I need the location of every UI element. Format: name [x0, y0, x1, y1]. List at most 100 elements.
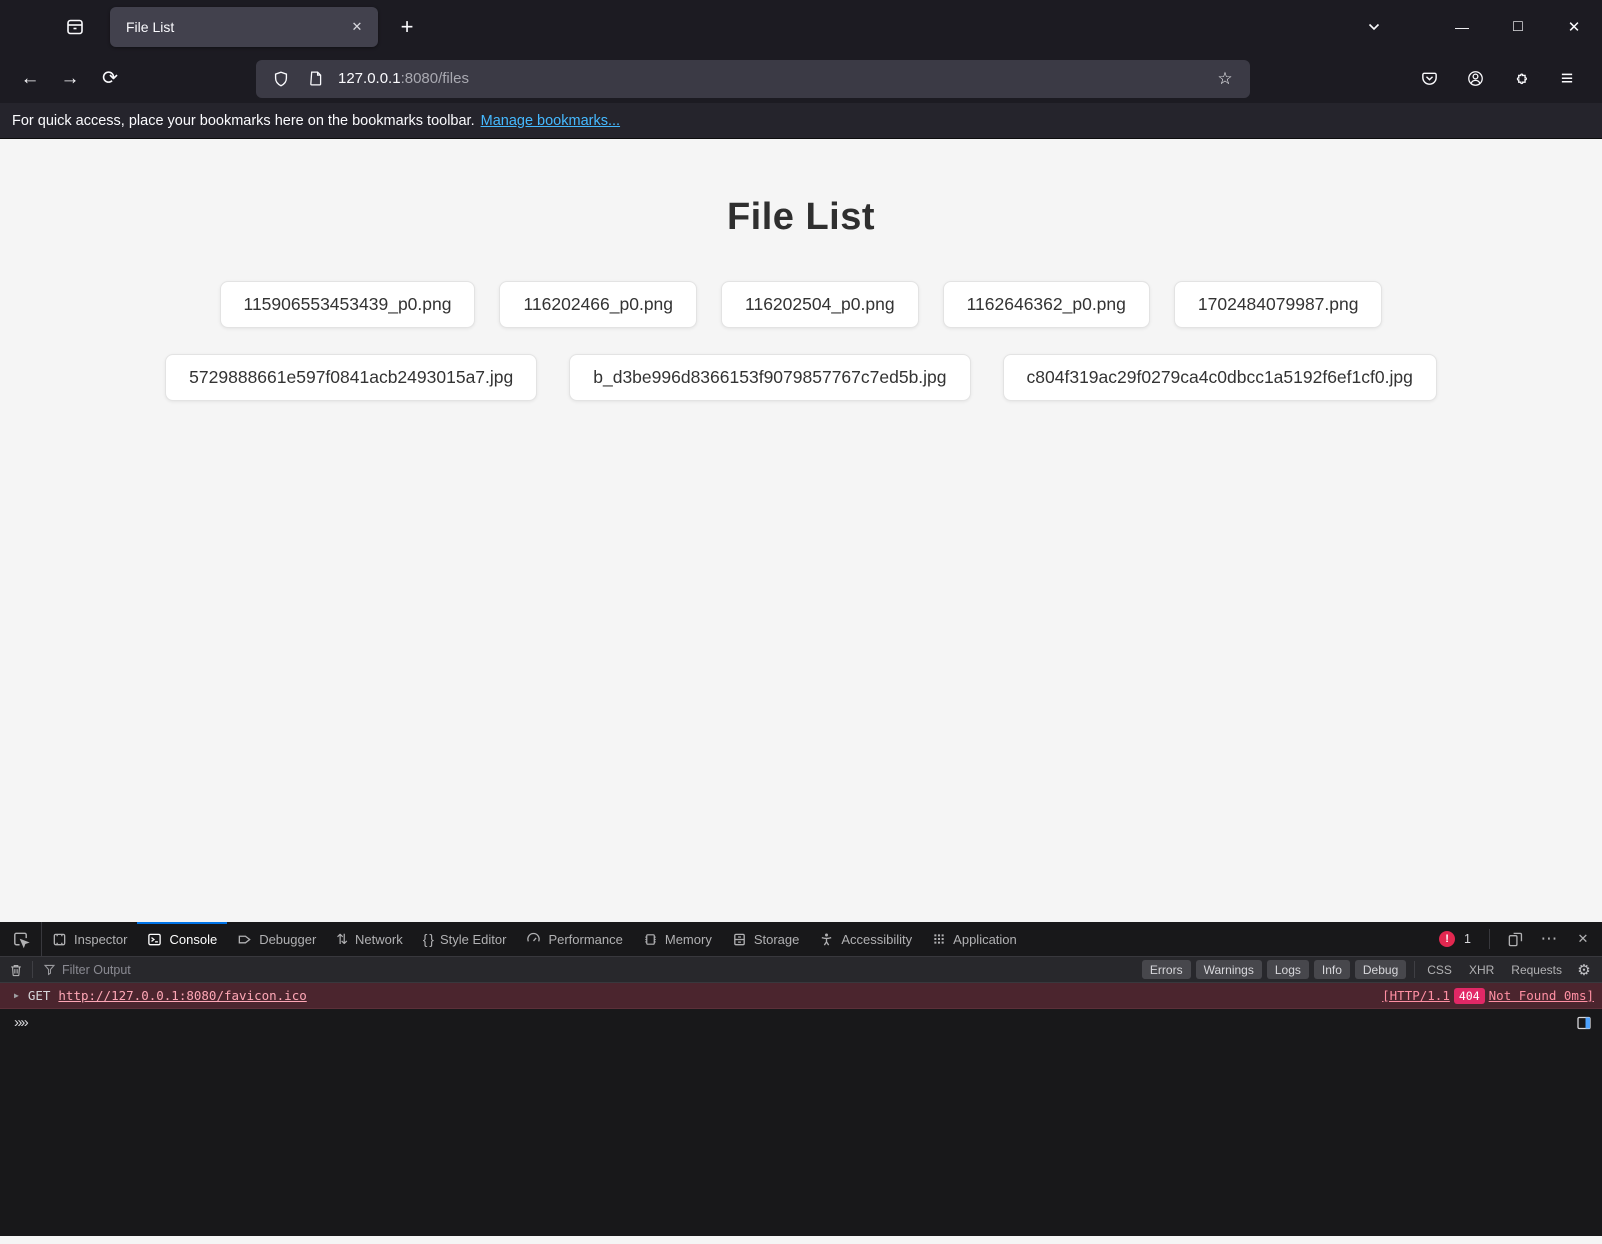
tab-accessibility[interactable]: Accessibility: [809, 922, 922, 956]
file-button[interactable]: c804f319ac29f0279ca4c0dbcc1a5192f6ef1cf0…: [1003, 354, 1437, 401]
log-url-link[interactable]: http://127.0.0.1:8080/favicon.ico: [58, 988, 306, 1003]
navigation-bar: ← → ⟳ 127.0.0.1:8080/files ☆: [0, 54, 1602, 103]
tab-performance[interactable]: Performance: [516, 922, 632, 956]
file-button[interactable]: 116202466_p0.png: [499, 281, 697, 328]
list-all-tabs-button[interactable]: [1354, 10, 1394, 44]
pick-element-button[interactable]: [0, 922, 42, 956]
url-text[interactable]: 127.0.0.1:8080/files: [338, 70, 1206, 87]
bottom-edge: [0, 1236, 1602, 1244]
tab-storage[interactable]: Storage: [722, 922, 810, 956]
storage-icon: [732, 932, 747, 947]
devtools-menu-button[interactable]: ⋯: [1534, 925, 1564, 953]
status-code-badge: 404: [1454, 988, 1485, 1004]
new-tab-button[interactable]: +: [390, 10, 424, 44]
file-button[interactable]: b_d3be996d8366153f9079857767c7ed5b.jpg: [569, 354, 970, 401]
tab-console[interactable]: Console: [137, 922, 227, 956]
clear-console-button[interactable]: [0, 963, 32, 977]
bookmarks-toolbar-message: For quick access, place your bookmarks h…: [0, 103, 1602, 138]
toolbar-right: ≡: [1410, 60, 1592, 98]
tab-style-editor[interactable]: { } Style Editor: [413, 922, 517, 956]
url-host: 127.0.0.1: [338, 70, 401, 87]
filter-css-button[interactable]: CSS: [1427, 963, 1452, 977]
expand-arrow-icon[interactable]: ▶: [14, 991, 19, 1000]
network-icon: ⇅: [336, 931, 348, 948]
console-prompt-icon: »»: [14, 1014, 27, 1031]
tab-inspector[interactable]: Inspector: [42, 922, 137, 956]
tab-memory[interactable]: Memory: [633, 922, 722, 956]
tab-label: Application: [953, 932, 1017, 947]
trash-icon: [9, 963, 23, 977]
extensions-button[interactable]: [1502, 60, 1540, 98]
manage-bookmarks-link[interactable]: Manage bookmarks...: [481, 113, 620, 129]
tab-label: Inspector: [74, 932, 127, 947]
log-status-prefix: [HTTP/1.1: [1382, 988, 1450, 1003]
window-controls: — □ ✕: [1434, 0, 1602, 54]
menu-button[interactable]: ≡: [1548, 60, 1586, 98]
error-badge-icon[interactable]: !: [1439, 931, 1455, 947]
style-editor-icon: { }: [423, 931, 433, 947]
tab-network[interactable]: ⇅ Network: [326, 922, 412, 956]
tab-label: Performance: [548, 932, 622, 947]
console-input-row[interactable]: »»: [0, 1009, 1602, 1036]
tab-label: Debugger: [259, 932, 316, 947]
pocket-icon: [1420, 69, 1439, 88]
file-button[interactable]: 116202504_p0.png: [721, 281, 919, 328]
shield-icon[interactable]: [266, 64, 296, 94]
file-button[interactable]: 1702484079987.png: [1174, 281, 1383, 328]
browser-tab[interactable]: File List ✕: [110, 7, 378, 47]
url-bar[interactable]: 127.0.0.1:8080/files ☆: [256, 60, 1250, 98]
puzzle-icon: [1512, 70, 1530, 88]
account-icon: [1466, 69, 1485, 88]
tab-label: Memory: [665, 932, 712, 947]
node-picker-icon: [11, 930, 30, 949]
page-content: File List 115906553453439_p0.png 1162024…: [0, 138, 1602, 922]
filter-warnings-button[interactable]: Warnings: [1196, 960, 1262, 979]
file-button[interactable]: 5729888661e597f0841acb2493015a7.jpg: [165, 354, 537, 401]
separator: [1414, 961, 1415, 978]
error-count: 1: [1464, 932, 1471, 946]
file-button[interactable]: 115906553453439_p0.png: [220, 281, 476, 328]
tab-label: Accessibility: [841, 932, 912, 947]
close-window-button[interactable]: ✕: [1546, 0, 1602, 54]
filter-xhr-button[interactable]: XHR: [1469, 963, 1494, 977]
filter-requests-button[interactable]: Requests: [1511, 963, 1562, 977]
close-devtools-button[interactable]: ✕: [1568, 925, 1598, 953]
pocket-button[interactable]: [1410, 60, 1448, 98]
separator: [1489, 929, 1490, 949]
split-console-button[interactable]: [1576, 1015, 1592, 1031]
minimize-button[interactable]: —: [1434, 0, 1490, 54]
log-status: [HTTP/1.1 404 Not Found 0ms]: [1382, 988, 1602, 1004]
application-icon: [932, 932, 946, 946]
file-button[interactable]: 1162646362_p0.png: [943, 281, 1150, 328]
tab-close-icon[interactable]: ✕: [344, 14, 370, 40]
filter-errors-button[interactable]: Errors: [1142, 960, 1191, 979]
log-level-filters: Errors Warnings Logs Info Debug: [1142, 960, 1406, 979]
filter-logs-button[interactable]: Logs: [1267, 960, 1309, 979]
back-button[interactable]: ←: [10, 60, 50, 98]
file-row-2: 5729888661e597f0841acb2493015a7.jpg b_d3…: [0, 354, 1602, 401]
console-empty-area[interactable]: [0, 1036, 1602, 1236]
devtools-toolbar: Inspector Console Debugger ⇅: [0, 922, 1602, 957]
reload-button[interactable]: ⟳: [90, 60, 130, 98]
firefox-view-button[interactable]: [56, 8, 94, 46]
tab-bar: File List ✕ + — □ ✕: [0, 0, 1602, 54]
console-log-row[interactable]: ▶ GET http://127.0.0.1:8080/favicon.ico …: [0, 983, 1602, 1009]
maximize-button[interactable]: □: [1490, 0, 1546, 54]
page-info-icon[interactable]: [300, 64, 330, 94]
responsive-design-button[interactable]: [1500, 925, 1530, 953]
devtools-toolbar-right: ! 1 ⋯ ✕: [1439, 922, 1602, 956]
console-settings-button[interactable]: ⚙: [1572, 961, 1596, 979]
tab-debugger[interactable]: Debugger: [227, 922, 326, 956]
devtools-panel: Inspector Console Debugger ⇅: [0, 922, 1602, 1244]
account-button[interactable]: [1456, 60, 1494, 98]
filter-debug-button[interactable]: Debug: [1355, 960, 1406, 979]
browser-window: File List ✕ + — □ ✕ ← → ⟳: [0, 0, 1602, 1244]
tab-label: Storage: [754, 932, 800, 947]
forward-button[interactable]: →: [50, 60, 90, 98]
tab-application[interactable]: Application: [922, 922, 1027, 956]
memory-icon: [643, 932, 658, 947]
bookmark-star-icon[interactable]: ☆: [1210, 64, 1240, 94]
filter-info-button[interactable]: Info: [1314, 960, 1350, 979]
filter-output-input[interactable]: [62, 963, 1142, 977]
inspector-icon: [52, 932, 67, 947]
